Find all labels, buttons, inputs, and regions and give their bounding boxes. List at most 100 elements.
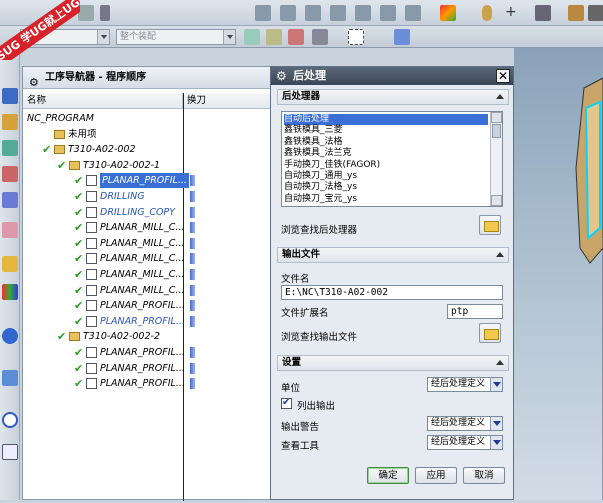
toolbar-split-icon[interactable]: [355, 5, 371, 21]
toolbar-extend-icon[interactable]: [305, 5, 321, 21]
tool-change-icon: [190, 191, 195, 202]
section-header-output[interactable]: 输出文件: [277, 247, 509, 263]
program-row[interactable]: ✔ T310-A02-002-2: [23, 329, 271, 344]
operation-row[interactable]: ✔ PLANAR_MILL_C...: [23, 236, 271, 251]
toolbar-plus-icon[interactable]: +: [505, 5, 521, 21]
operation-row[interactable]: ✔ PLANAR_MILL_C...: [23, 220, 271, 235]
toolbar-paint-icon[interactable]: [440, 5, 456, 21]
postprocessor-item[interactable]: 自动后处理: [284, 114, 488, 125]
clock-icon[interactable]: [2, 412, 18, 428]
program-row[interactable]: ✔ T310-A02-002: [23, 142, 271, 157]
operation-row[interactable]: ✔ PLANAR_PROFIL...: [23, 345, 271, 360]
filename-input[interactable]: E:\NC\T310-A02-002: [281, 285, 503, 300]
operation-row[interactable]: ✔ DRILLING: [23, 189, 271, 204]
ok-button[interactable]: 确定: [367, 467, 409, 484]
tool-change-icon: [190, 206, 195, 218]
operation-row[interactable]: ✔ PLANAR_PROFIL...: [23, 298, 271, 313]
operation-row[interactable]: ✔ PLANAR_MILL_C...: [23, 267, 271, 282]
tree-row[interactable]: 未用项: [23, 127, 271, 142]
operation-row[interactable]: ✔ PLANAR_PROFIL...: [23, 173, 271, 189]
snap-point-icon[interactable]: [266, 29, 282, 45]
toolbar-trim-icon[interactable]: [280, 5, 296, 21]
browse-postprocessor-button[interactable]: [479, 215, 501, 235]
collapse-icon[interactable]: [496, 252, 504, 257]
program-row[interactable]: ✔ T310-A02-002-1: [23, 158, 271, 173]
scroll-thumb[interactable]: [492, 124, 501, 138]
complete-check-icon: ✔: [74, 314, 84, 328]
part-model: [575, 77, 603, 500]
postprocessor-item[interactable]: 自动换刀_法格_ys: [284, 182, 357, 193]
operation-icon: [86, 237, 97, 249]
navigator-icon[interactable]: [2, 88, 18, 104]
snap-grid-icon[interactable]: [288, 29, 304, 45]
gear-icon[interactable]: ⚙: [276, 67, 287, 85]
operation-row[interactable]: ✔ PLANAR_PROFIL...: [23, 376, 271, 391]
history-icon[interactable]: [2, 256, 18, 272]
cancel-button[interactable]: 取消: [463, 467, 505, 484]
postprocessor-item[interactable]: 自动换刀_通用_ys: [284, 171, 357, 182]
section-header-postprocessor[interactable]: 后处理器: [277, 89, 509, 105]
operation-row[interactable]: ✔ PLANAR_PROFIL...: [23, 314, 271, 329]
postprocessor-item[interactable]: 鑫铁模具_法兰克: [284, 148, 352, 159]
toolbar-offset-icon[interactable]: [330, 5, 346, 21]
toolbar-measure-icon[interactable]: [535, 5, 551, 21]
cube-icon[interactable]: [394, 29, 410, 45]
machine-icon[interactable]: [2, 114, 18, 130]
complete-check-icon: ✔: [42, 143, 52, 157]
gear-icon[interactable]: ⚙: [29, 72, 39, 94]
column-header-tool-change[interactable]: 换刀: [183, 93, 271, 109]
info-icon[interactable]: [2, 328, 18, 344]
toolbar-tool-icon[interactable]: [78, 5, 94, 21]
operation-row[interactable]: ✔ PLANAR_MILL_C...: [23, 251, 271, 266]
browse-output-label: 浏览查找输出文件: [281, 332, 358, 343]
tree-row[interactable]: NC_PROGRAM: [23, 111, 271, 126]
collapse-icon[interactable]: [496, 360, 504, 365]
box-select-icon[interactable]: [348, 29, 364, 45]
warnings-select[interactable]: 经后处理定义: [427, 416, 503, 431]
toolbar-cut-icon[interactable]: [255, 5, 271, 21]
postprocessor-item[interactable]: 自动换刀_宝元_ys: [284, 194, 357, 205]
operation-row[interactable]: ✔ PLANAR_MILL_C...: [23, 283, 271, 298]
operation-icon: [86, 347, 97, 358]
close-button[interactable]: ✕: [496, 69, 510, 83]
section-header-settings[interactable]: 设置: [277, 355, 509, 371]
toolbar-move-icon[interactable]: [380, 5, 396, 21]
list-scrollbar[interactable]: [490, 112, 502, 206]
curve-rule-icon[interactable]: [312, 29, 328, 45]
postprocessor-item[interactable]: 鑫铁模具_法格: [284, 137, 343, 148]
tool-icon[interactable]: [2, 192, 18, 208]
list-output-checkbox[interactable]: [281, 397, 292, 409]
scroll-up-button[interactable]: [491, 112, 502, 123]
method-icon[interactable]: [2, 140, 18, 156]
geometry-icon[interactable]: [2, 166, 18, 182]
extension-input[interactable]: ptp: [447, 304, 503, 319]
column-header-name[interactable]: 名称: [23, 93, 183, 109]
toolbar-view-icon[interactable]: [588, 5, 603, 21]
operation-icon: [86, 315, 97, 327]
tool-change-icon: [190, 269, 195, 280]
palette-icon[interactable]: [2, 284, 18, 300]
collapse-icon[interactable]: [496, 94, 504, 99]
operation-row[interactable]: ✔ DRILLING_COPY: [23, 205, 271, 220]
toolbar-person-icon[interactable]: [568, 5, 584, 21]
roles-icon[interactable]: [2, 222, 18, 238]
toolbar-dropdown-icon[interactable]: [100, 5, 110, 21]
toolbar-snap-icon[interactable]: [405, 5, 421, 21]
row-label: T310-A02-002: [68, 144, 136, 156]
postprocessor-list[interactable]: 自动后处理 鑫铁模具_三菱 鑫铁模具_法格 鑫铁模具_法兰克 手动换刀_佳铁(FAGOR…: [281, 111, 503, 207]
units-select[interactable]: 经后处理定义: [427, 377, 503, 392]
postprocessor-item[interactable]: 鑫铁模具_三菱: [284, 125, 343, 136]
browse-output-button[interactable]: [479, 323, 501, 343]
selection-filter-icon[interactable]: [244, 29, 260, 45]
complete-check-icon: ✔: [74, 174, 84, 188]
toolbar-ring-icon[interactable]: [482, 5, 492, 21]
operation-row[interactable]: ✔ PLANAR_PROFIL...: [23, 361, 271, 376]
graphics-viewport[interactable]: [514, 48, 603, 500]
apply-button[interactable]: 应用: [415, 467, 457, 484]
list-icon[interactable]: [2, 444, 18, 460]
review-tool-select[interactable]: 经后处理定义: [427, 435, 503, 450]
web-icon[interactable]: [2, 370, 18, 386]
postprocessor-item[interactable]: 手动换刀_佳铁(FAGOR): [284, 160, 380, 171]
scope-combo[interactable]: 整个装配: [116, 29, 236, 45]
scroll-down-button[interactable]: [491, 195, 502, 206]
